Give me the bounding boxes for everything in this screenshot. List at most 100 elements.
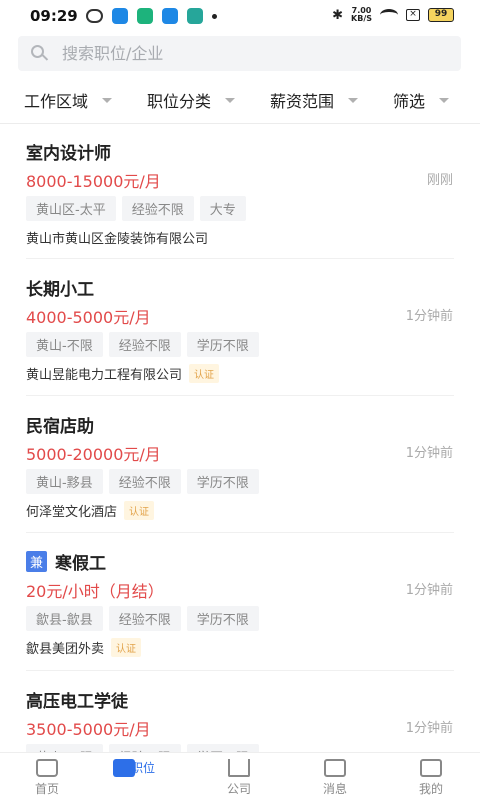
job-salary: 4000-5000元/月 [26,308,151,327]
job-title-text: 寒假工 [55,554,107,574]
job-title: 民宿店助 [26,412,94,437]
job-salary: 8000-15000元/月 [26,172,161,191]
job-card[interactable]: 长期小工 4000-5000元/月 1分钟前 黄山-不限 经验不限 学历不限 黄… [0,275,480,395]
nav-company[interactable]: 公司 [209,759,269,797]
part-time-badge: 兼 [26,551,48,572]
more-notifications-icon [212,13,217,19]
wifi-icon [380,9,398,21]
nav-label: 公司 [226,782,251,796]
filter-label: 筛选 [393,92,426,111]
chat-icon [86,9,103,23]
filter-label: 职位分类 [147,92,212,111]
job-salary: 3500-5000元/月 [26,720,151,739]
job-tags: 黄山-黟县 经验不限 学历不限 [26,469,259,494]
verified-badge: 认证 [111,638,142,657]
filter-label: 工作区域 [24,92,89,111]
job-tag: 学历不限 [186,606,259,631]
job-card[interactable]: 高压电工学徒 3500-5000元/月 1分钟前 黄山-不限 经验不限 学历不限 [0,687,480,752]
job-tag: 经验不限 [121,196,194,221]
network-speed: 7.00 KB/S [351,7,372,23]
search-icon [31,45,44,58]
sim-icon: × [406,9,420,21]
search-bar[interactable] [18,36,461,71]
job-tag: 黄山-黟县 [26,469,103,494]
nav-messages[interactable]: 消息 [305,759,365,797]
job-tag: 学历不限 [186,332,259,357]
company-name: 黄山市黄山区金陵装饰有限公司 [26,228,208,247]
nav-label: 消息 [322,782,347,796]
message-icon [324,759,346,777]
bottom-nav: 首页 职位 公司 消息 我的 [0,752,480,801]
job-tag: 歙县-歙县 [26,606,103,631]
job-tags: 黄山-不限 经验不限 学历不限 [26,744,259,752]
filter-divider [0,123,480,124]
job-separator [26,395,454,396]
filter-job-category[interactable]: 职位分类 [147,88,236,112]
company-name-text: 黄山昱能电力工程有限公司 [26,368,183,383]
nav-home[interactable]: 首页 [17,759,77,797]
company-name-text: 歙县美团外卖 [26,642,105,657]
job-title-text: 室内设计师 [26,144,111,164]
search-input[interactable] [62,36,442,71]
company-name: 何泽堂文化酒店 认证 [26,501,155,520]
system-icons: ✱ 7.00 KB/S × 99 [332,7,454,23]
job-title: 兼 寒假工 [26,549,106,574]
job-post-time: 1分钟前 [405,583,453,598]
job-title: 长期小工 [26,275,94,300]
bluetooth-icon: ✱ [332,7,344,23]
battery-icon: 99 [428,8,454,22]
job-card[interactable]: 民宿店助 5000-20000元/月 1分钟前 黄山-黟县 经验不限 学历不限 … [0,412,480,532]
filter-salary-range[interactable]: 薪资范围 [270,88,359,112]
network-speed-unit: KB/S [351,14,372,23]
job-card[interactable]: 室内设计师 8000-15000元/月 刚刚 黄山区-太平 经验不限 大专 黄山… [0,139,480,259]
app-notification-icon [137,8,153,24]
job-tag: 黄山-不限 [26,332,103,357]
job-tag: 大专 [199,196,246,221]
job-post-time: 1分钟前 [405,721,453,736]
home-icon [36,759,58,777]
job-title: 室内设计师 [26,139,111,164]
profile-icon [420,759,442,777]
job-tag: 黄山-不限 [26,744,103,752]
briefcase-icon [113,759,135,777]
job-tag: 学历不限 [186,469,259,494]
filter-label: 薪资范围 [270,92,335,111]
job-tags: 黄山-不限 经验不限 学历不限 [26,332,259,357]
job-tags: 歙县-歙县 经验不限 学历不限 [26,606,259,631]
job-salary: 20元/小时（月结） [26,582,164,601]
job-salary: 5000-20000元/月 [26,445,161,464]
company-name: 黄山昱能电力工程有限公司 认证 [26,364,220,383]
filter-more[interactable]: 筛选 [393,88,450,112]
job-title-text: 民宿店助 [26,417,94,437]
verified-badge: 认证 [189,364,220,383]
company-name: 歙县美团外卖 认证 [26,638,142,657]
job-tag: 经验不限 [108,332,181,357]
status-time: 09:29 [30,7,78,25]
job-tag: 黄山区-太平 [26,196,116,221]
job-card[interactable]: 兼 寒假工 20元/小时（月结） 1分钟前 歙县-歙县 经验不限 学历不限 歙县… [0,549,480,669]
filter-work-area[interactable]: 工作区域 [24,88,113,112]
job-post-time: 1分钟前 [405,446,453,461]
job-separator [26,258,454,259]
app-notification-icon [112,8,128,24]
job-title: 高压电工学徒 [26,687,128,712]
job-post-time: 刚刚 [426,173,453,188]
verified-badge: 认证 [124,501,155,520]
nav-profile[interactable]: 我的 [401,759,461,797]
nav-jobs[interactable]: 职位 [113,759,173,777]
job-tag: 经验不限 [108,744,181,752]
job-tag: 经验不限 [108,469,181,494]
nav-label: 首页 [34,782,59,796]
job-tag: 学历不限 [186,744,259,752]
job-title-text: 长期小工 [26,280,94,300]
notification-icons [86,8,217,24]
caret-down-icon [225,97,236,103]
caret-down-icon [102,97,113,103]
company-name-text: 何泽堂文化酒店 [26,505,118,520]
app-notification-icon [162,8,178,24]
job-tag: 经验不限 [108,606,181,631]
nav-label: 我的 [418,782,443,796]
filter-bar: 工作区域 职位分类 薪资范围 筛选 [0,82,480,116]
caret-down-icon [439,97,450,103]
app-notification-icon [187,8,203,24]
